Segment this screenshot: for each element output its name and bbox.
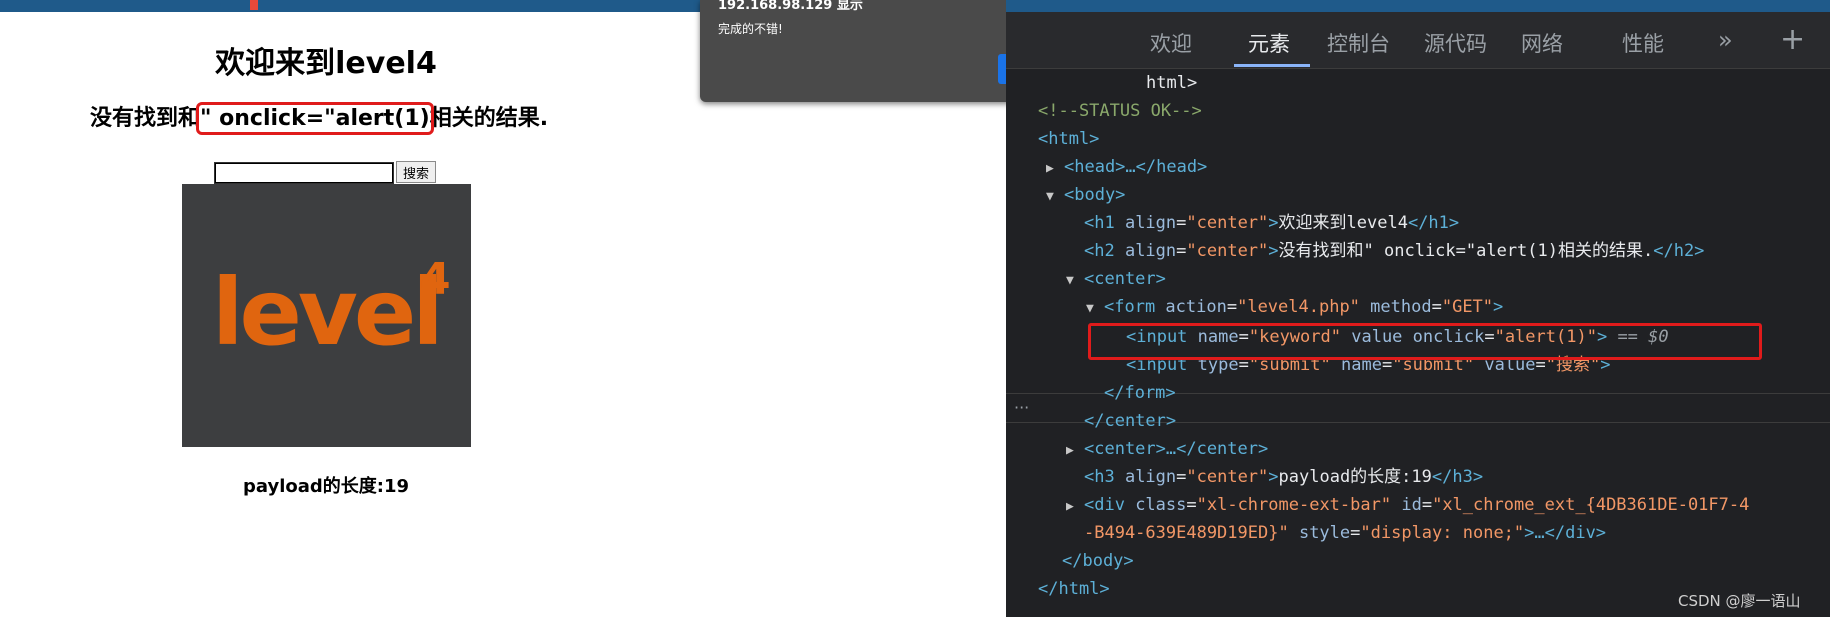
dom-line-div[interactable]: ▶ <div class="xl-chrome-ext-bar" id="xl_c… [1066,492,1749,518]
expand-triangle-icon: ▶ [1066,499,1074,514]
dom-line-center-collapsed[interactable]: ▶ <center>…</center> [1066,436,1268,462]
selected-input-highlight-box [1088,323,1762,360]
dom-line-h1[interactable]: <h1 align="center">欢迎来到level4</h1> [1084,210,1459,236]
tab-sources[interactable]: 源代码 [1424,28,1487,58]
page-heading: 欢迎来到level4 [215,46,437,81]
web-page: 欢迎来到level4 没有找到和" onclick="alert(1)相关的结果… [0,12,1006,617]
dom-line-body[interactable]: ▼ <body> [1046,182,1125,208]
expand-triangle-icon: ▶ [1066,443,1074,458]
node-actions-icon[interactable]: ··· [1014,398,1029,417]
logo-superscript: 4 [420,254,451,305]
dom-line-center-close[interactable]: </center> [1084,408,1176,434]
more-tabs-icon[interactable]: » [1718,26,1733,54]
injected-payload-highlight: " onclick="alert(1) [196,102,434,135]
tab-console[interactable]: 控制台 [1327,28,1390,58]
devtools-tabbar: 欢迎 元素 控制台 源代码 网络 性能 » + [1006,12,1830,69]
dom-line-html[interactable]: <html> [1038,126,1099,152]
heading-suffix: 相关的结果. [429,106,549,131]
payload-length-heading: payload的长度:19 [242,476,410,497]
logo-text: level [212,259,440,366]
dom-line-form-close[interactable]: </form> [1104,380,1176,406]
tab-performance[interactable]: 性能 [1622,28,1664,58]
devtools-top-strip [1006,0,1830,12]
level4-logo: level 4 [182,184,471,447]
add-tab-icon[interactable]: + [1780,22,1805,57]
dom-line-form[interactable]: ▼ <form action="level4.php" method="GET"> [1086,294,1503,320]
level4-logo-graphic: level 4 [212,254,451,366]
dom-line-doctype[interactable]: html> [1146,70,1197,96]
collapse-triangle-icon: ▼ [1046,189,1054,204]
keyword-input[interactable] [214,162,394,184]
dom-line-comment[interactable]: <!--STATUS OK--> [1038,98,1202,124]
tab-network[interactable]: 网络 [1521,28,1563,58]
dom-line-div-continued[interactable]: -B494-639E489D19ED}" style="display: non… [1084,520,1606,546]
dom-line-h2[interactable]: <h2 align="center">没有找到和" onclick="alert… [1084,238,1704,264]
active-tab-underline [1234,64,1310,67]
tab-elements[interactable]: 元素 [1248,28,1290,58]
devtools-panel: 欢迎 元素 控制台 源代码 网络 性能 » + ··· html> <!--ST… [1006,0,1830,617]
dom-line-html-close[interactable]: </html> [1038,576,1110,602]
collapse-triangle-icon: ▼ [1066,273,1074,288]
dom-line-center[interactable]: ▼ <center> [1066,266,1166,292]
alert-origin: 192.168.98.129 显示 [718,0,863,13]
tab-welcome[interactable]: 欢迎 [1150,28,1192,58]
search-result-heading: 没有找到和" onclick="alert(1)相关的结果. [90,100,549,135]
alert-message: 完成的不错! [718,22,783,36]
heading-prefix: 没有找到和 [90,106,201,131]
expand-triangle-icon: ▶ [1046,161,1054,176]
csdn-watermark: CSDN @廖一语山 [1678,592,1801,610]
tab-indicator-icon [250,0,258,10]
search-button[interactable]: 搜索 [396,161,436,183]
dom-line-head[interactable]: ▶ <head>…</head> [1046,154,1207,180]
collapse-triangle-icon: ▼ [1086,301,1094,316]
dom-line-h3[interactable]: <h3 align="center">payload的长度:19</h3> [1084,464,1483,490]
dom-line-body-close[interactable]: </body> [1062,548,1134,574]
